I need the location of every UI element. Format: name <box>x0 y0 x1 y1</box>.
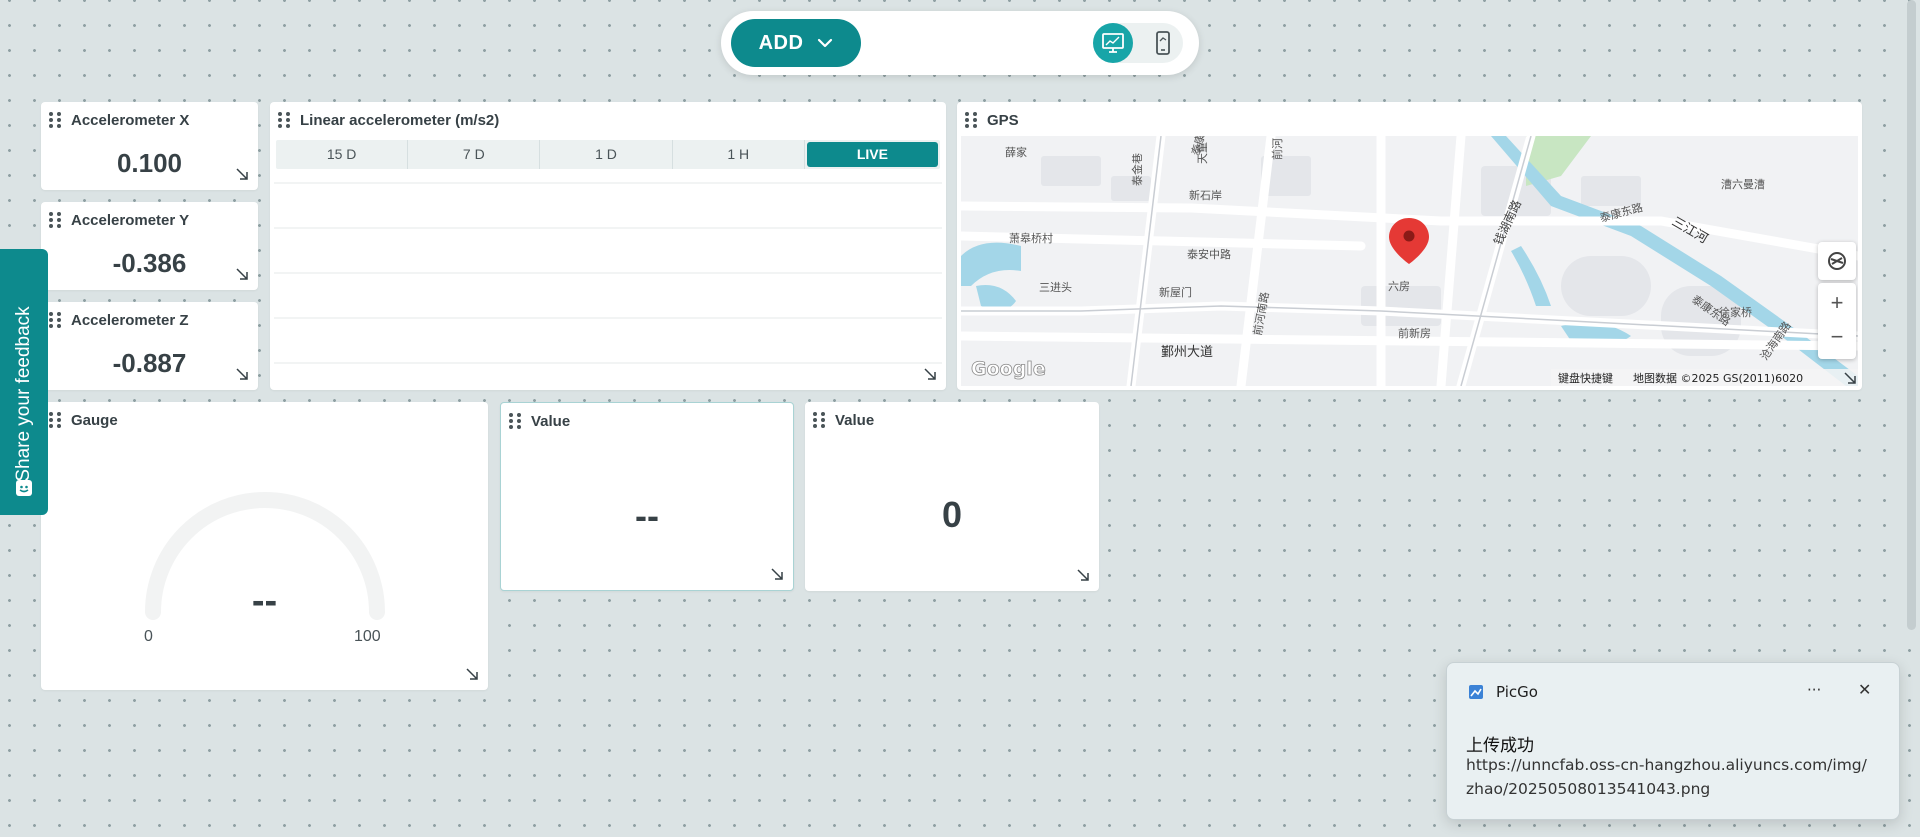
google-logo: Google <box>971 358 1046 380</box>
picgo-app-icon <box>1469 685 1483 699</box>
toast-more-button[interactable]: ··· <box>1807 681 1821 699</box>
widget-title: Value <box>531 412 571 430</box>
svg-text:前新房: 前新房 <box>1398 326 1431 340</box>
widget-value-1[interactable]: Value -- <box>500 402 794 591</box>
widget-header: Accelerometer X <box>49 109 248 131</box>
widget-title: GPS <box>987 111 1019 129</box>
desktop-icon <box>1102 33 1124 53</box>
range-tab[interactable]: 1 H <box>673 140 805 169</box>
globe-icon <box>1828 252 1846 270</box>
map-view[interactable]: 薛家 新石岸 萧皋桥村 泰安中路 三进头 新屋门 六房 前新房 漕六曼漕 徐家桥… <box>961 136 1858 386</box>
range-tab[interactable]: 1 D <box>540 140 673 169</box>
svg-text:三进头: 三进头 <box>1039 281 1072 294</box>
widget-title: Linear accelerometer (m/s2) <box>300 111 500 129</box>
drag-handle-icon[interactable] <box>965 111 979 129</box>
resize-arrow-icon[interactable] <box>1077 569 1089 581</box>
feedback-icon <box>16 480 32 496</box>
toast-close-button[interactable]: ✕ <box>1858 680 1871 699</box>
map-data-attribution: 地图数据 ©2025 GS(2011)6020 <box>1633 371 1803 385</box>
chart-grid <box>274 182 942 364</box>
picgo-notification[interactable]: PicGo ··· ✕ 上传成功 https://unncfab.oss-cn-… <box>1446 662 1900 820</box>
widget-accelerometer-x[interactable]: Accelerometer X 0.100 <box>41 102 258 190</box>
map-shortcuts-link: 键盘快捷键 <box>1558 371 1613 385</box>
drag-handle-icon[interactable] <box>49 211 63 229</box>
desktop-view-button[interactable] <box>1093 23 1133 63</box>
widget-value: -0.887 <box>112 348 187 378</box>
zoom-in-button[interactable]: + <box>1831 285 1844 321</box>
resize-arrow-icon[interactable] <box>236 268 248 280</box>
share-feedback-tab[interactable]: Share your feedback <box>0 249 48 515</box>
widget-title: Accelerometer X <box>71 111 190 129</box>
drag-handle-icon[interactable] <box>49 411 63 429</box>
map-layer-button[interactable] <box>1818 242 1856 280</box>
widget-title: Value <box>835 411 875 429</box>
zoom-out-button[interactable]: − <box>1831 321 1844 357</box>
mobile-view-button[interactable] <box>1143 23 1183 63</box>
resize-arrow-icon[interactable] <box>466 668 478 680</box>
widget-title: Accelerometer Y <box>71 211 190 229</box>
drag-handle-icon[interactable] <box>509 412 523 430</box>
widget-header: Value <box>813 409 1089 431</box>
toast-url-line-1: https://unncfab.oss-cn-hangzhou.aliyuncs… <box>1466 756 1867 774</box>
widget-header: Accelerometer Z <box>49 309 248 331</box>
gauge-min: 0 <box>144 628 153 645</box>
widget-value: -- <box>635 495 659 536</box>
svg-text:新石岸: 新石岸 <box>1189 188 1222 202</box>
svg-text:六房: 六房 <box>1388 280 1410 293</box>
view-toggle <box>1093 23 1183 63</box>
drag-handle-icon[interactable] <box>49 311 63 329</box>
svg-text:新屋门: 新屋门 <box>1159 285 1192 299</box>
toast-app-name: PicGo <box>1496 683 1538 701</box>
widget-value: -0.386 <box>112 248 187 278</box>
svg-text:萧皋桥村: 萧皋桥村 <box>1009 231 1053 245</box>
resize-arrow-icon[interactable] <box>771 568 783 580</box>
gauge-max: 100 <box>354 628 381 645</box>
toast-url-line-2: zhao/20250508013541043.png <box>1466 780 1711 798</box>
widget-header: Linear accelerometer (m/s2) <box>278 109 936 131</box>
range-tab[interactable]: 7 D <box>408 140 541 169</box>
mobile-icon <box>1156 31 1170 55</box>
chevron-down-icon <box>818 38 833 48</box>
drag-handle-icon[interactable] <box>278 111 292 129</box>
range-tab[interactable]: 15 D <box>276 140 409 169</box>
toast-heading: 上传成功 <box>1466 736 1534 756</box>
svg-text:前河: 前河 <box>1270 138 1284 160</box>
page-scrollbar[interactable] <box>1907 0 1916 630</box>
gauge-value: -- <box>251 580 278 622</box>
widget-accelerometer-y[interactable]: Accelerometer Y -0.386 <box>41 202 258 290</box>
map-graphic: 薛家 新石岸 萧皋桥村 泰安中路 三进头 新屋门 六房 前新房 漕六曼漕 徐家桥… <box>961 136 1858 386</box>
widget-title: Gauge <box>71 411 118 429</box>
widget-gauge[interactable]: Gauge -- 0 100 <box>41 402 488 690</box>
map-zoom-controls: + − <box>1818 283 1856 359</box>
resize-arrow-icon[interactable] <box>236 368 248 380</box>
resize-arrow-icon[interactable] <box>236 168 248 180</box>
widget-header: Value <box>509 410 783 432</box>
widget-accelerometer-z[interactable]: Accelerometer Z -0.887 <box>41 302 258 390</box>
widget-value-2[interactable]: Value 0 <box>805 402 1099 591</box>
resize-arrow-icon[interactable] <box>924 368 936 380</box>
svg-text:泰安中路: 泰安中路 <box>1187 247 1231 261</box>
feedback-label: Share your feedback <box>13 306 34 482</box>
drag-handle-icon[interactable] <box>49 111 63 129</box>
widget-header: Gauge <box>49 409 478 431</box>
widget-title: Accelerometer Z <box>71 311 189 329</box>
add-button-label: ADD <box>758 31 804 54</box>
widget-gps[interactable]: GPS 薛家 新石岸 萧皋桥村 泰安中路 三进头 新屋门 六房 前新房 漕六曼漕… <box>957 102 1862 390</box>
svg-text:泰金巷: 泰金巷 <box>1130 153 1144 186</box>
widget-value: 0 <box>941 494 963 535</box>
top-toolbar: ADD <box>721 11 1199 75</box>
svg-text:鄞州大道: 鄞州大道 <box>1161 345 1213 360</box>
widget-linear-accelerometer[interactable]: Linear accelerometer (m/s2) 15 D 7 D 1 D… <box>270 102 946 390</box>
range-tab-live[interactable]: LIVE <box>806 142 939 167</box>
widget-header: Accelerometer Y <box>49 209 248 231</box>
resize-arrow-icon[interactable] <box>1844 372 1856 384</box>
svg-text:漕六曼漕: 漕六曼漕 <box>1721 177 1765 191</box>
svg-text:薛家: 薛家 <box>1005 145 1027 159</box>
widget-header: GPS <box>965 109 1852 131</box>
widget-value: 0.100 <box>116 148 183 178</box>
svg-text:天童: 天童 <box>1195 142 1209 164</box>
drag-handle-icon[interactable] <box>813 411 827 429</box>
time-range-tabs: 15 D 7 D 1 D 1 H LIVE <box>276 140 940 169</box>
add-widget-button[interactable]: ADD <box>731 19 861 67</box>
